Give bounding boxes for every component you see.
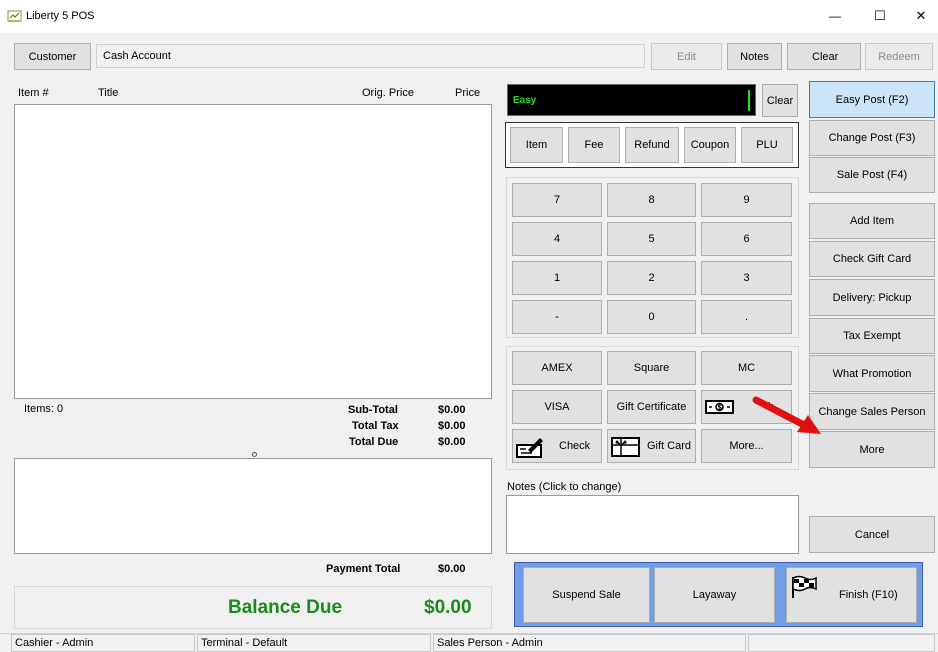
edit-button[interactable]: Edit <box>651 43 722 70</box>
tender-square-button[interactable]: Square <box>607 351 696 385</box>
sale-post-button[interactable]: Sale Post (F4) <box>809 157 935 193</box>
suspend-sale-button[interactable]: Suspend Sale <box>523 567 650 623</box>
items-count: Items: 0 <box>24 403 64 415</box>
items-table-header: Item # Title Orig. Price Price <box>14 82 492 104</box>
finish-label: Finish (F10) <box>839 589 898 601</box>
total-due-label: Total Due <box>349 436 399 448</box>
column-orig-price: Orig. Price <box>362 87 414 99</box>
what-promotion-button[interactable]: What Promotion <box>809 355 935 392</box>
balance-due-value: $0.00 <box>424 597 472 618</box>
cancel-button[interactable]: Cancel <box>809 516 935 553</box>
mode-item-button[interactable]: Item <box>510 127 563 163</box>
check-gift-card-button[interactable]: Check Gift Card <box>809 241 935 277</box>
payment-total-value: $0.00 <box>438 563 466 575</box>
column-price: Price <box>455 87 481 99</box>
notes-button[interactable]: Notes <box>727 43 782 70</box>
key-1[interactable]: 1 <box>512 261 602 295</box>
key-9[interactable]: 9 <box>701 183 792 217</box>
add-item-button[interactable]: Add Item <box>809 203 935 239</box>
status-sales-person: Sales Person - Admin <box>433 634 746 652</box>
key-0[interactable]: 0 <box>607 300 696 334</box>
entry-clear-button[interactable]: Clear <box>762 84 798 117</box>
key-3[interactable]: 3 <box>701 261 792 295</box>
mode-plu-button[interactable]: PLU <box>741 127 793 163</box>
balance-due-label: Balance Due <box>228 597 343 618</box>
subtotal-label: Sub-Total <box>348 404 398 416</box>
tender-visa-button[interactable]: VISA <box>512 390 602 424</box>
app-icon <box>7 9 23 23</box>
status-extra <box>748 634 935 652</box>
tender-gift-certificate-button[interactable]: Gift Certificate <box>607 390 696 424</box>
tender-mc-button[interactable]: MC <box>701 351 792 385</box>
tender-gift-card-button[interactable]: Gift Card <box>607 429 696 463</box>
delivery-pickup-button[interactable]: Delivery: Pickup <box>809 279 935 316</box>
cash-icon: $ <box>705 398 735 416</box>
window-title: Liberty 5 POS <box>26 10 95 22</box>
maximize-button[interactable]: ☐ <box>865 1 895 31</box>
tender-check-label: Check <box>559 440 591 452</box>
payments-list[interactable] <box>14 458 492 554</box>
key-4[interactable]: 4 <box>512 222 602 256</box>
notes-box[interactable] <box>506 495 799 554</box>
items-list[interactable] <box>14 104 492 399</box>
check-writing-icon <box>516 435 546 459</box>
close-button[interactable]: ✕ <box>906 1 936 31</box>
key-5[interactable]: 5 <box>607 222 696 256</box>
mode-coupon-button[interactable]: Coupon <box>684 127 736 163</box>
tender-gift-card-label: Gift Card <box>647 440 692 452</box>
mode-refund-button[interactable]: Refund <box>625 127 679 163</box>
notes-label: Notes (Click to change) <box>507 481 622 493</box>
splitter-handle[interactable] <box>252 452 257 457</box>
entry-cursor <box>748 90 750 111</box>
balance-due-panel: Balance Due $0.00 <box>14 586 492 629</box>
key-2[interactable]: 2 <box>607 261 696 295</box>
tender-check-button[interactable]: Check <box>512 429 602 463</box>
svg-text:$: $ <box>717 404 722 412</box>
payment-total-label: Payment Total <box>326 563 401 575</box>
minimize-button[interactable]: — <box>820 1 850 31</box>
tender-amex-button[interactable]: AMEX <box>512 351 602 385</box>
key-7[interactable]: 7 <box>512 183 602 217</box>
red-arrow-annotation <box>752 396 821 434</box>
key-decimal[interactable]: . <box>701 300 792 334</box>
subtotal-value: $0.00 <box>438 404 466 416</box>
total-tax-label: Total Tax <box>352 420 399 432</box>
total-due-value: $0.00 <box>438 436 466 448</box>
mode-fee-button[interactable]: Fee <box>568 127 620 163</box>
customer-account-field[interactable]: Cash Account <box>96 44 645 68</box>
checkered-flag-icon <box>790 575 818 599</box>
tax-exempt-button[interactable]: Tax Exempt <box>809 318 935 354</box>
status-cashier: Cashier - Admin <box>11 634 195 652</box>
redeem-button[interactable]: Redeem <box>865 43 933 70</box>
layaway-button[interactable]: Layaway <box>654 567 775 623</box>
easy-post-button[interactable]: Easy Post (F2) <box>809 81 935 118</box>
column-item-number: Item # <box>18 87 49 99</box>
total-tax-value: $0.00 <box>438 420 466 432</box>
change-post-button[interactable]: Change Post (F3) <box>809 120 935 156</box>
column-title: Title <box>98 87 119 99</box>
title-bar: Liberty 5 POS — ☐ ✕ <box>0 0 938 33</box>
entry-display-text: Easy <box>513 95 537 106</box>
clear-customer-button[interactable]: Clear <box>787 43 861 70</box>
key-8[interactable]: 8 <box>607 183 696 217</box>
customer-button[interactable]: Customer <box>14 43 91 70</box>
finish-button[interactable]: Finish (F10) <box>786 567 917 623</box>
status-terminal: Terminal - Default <box>197 634 431 652</box>
entry-display[interactable]: Easy <box>507 84 756 116</box>
key-6[interactable]: 6 <box>701 222 792 256</box>
key-minus[interactable]: - <box>512 300 602 334</box>
gift-card-icon <box>611 436 641 458</box>
